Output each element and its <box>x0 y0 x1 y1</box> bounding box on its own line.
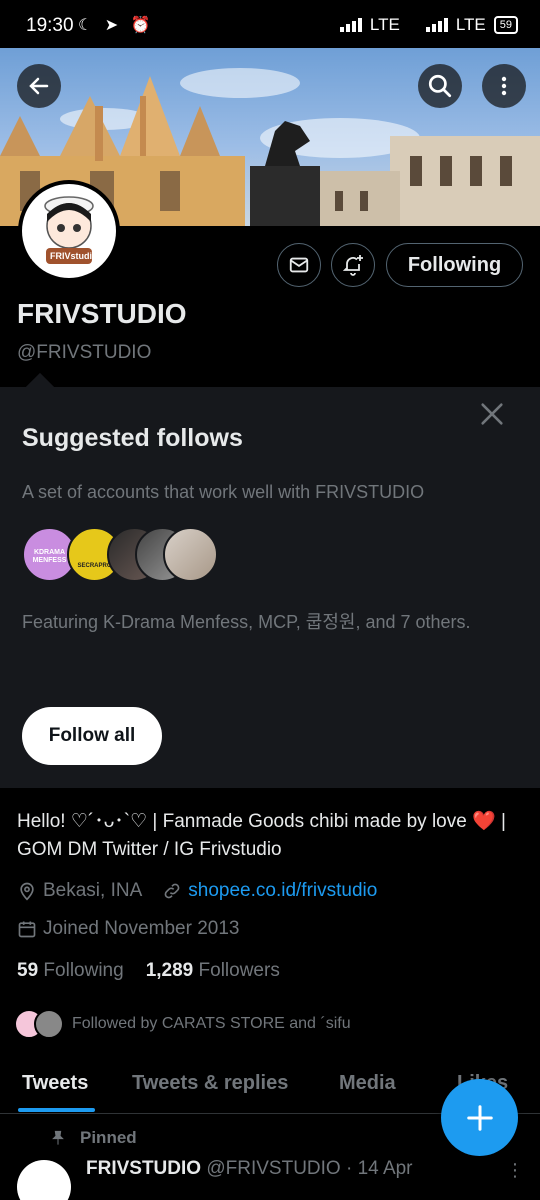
profile-bio: Hello! ♡´･ᴗ･`♡ | Fanmade Goods chibi mad… <box>17 811 506 860</box>
palace-image <box>250 121 540 226</box>
follow-all-button[interactable]: Follow all <box>22 707 162 765</box>
tweet-header: FRIVSTUDIO @FRIVSTUDIO · 14 Apr <box>86 1158 413 1180</box>
profile-name: FRIVSTUDIO <box>17 298 187 329</box>
network-label-1: LTE <box>369 15 400 34</box>
pinned-label: Pinned <box>80 1128 137 1147</box>
joined-row: Joined November 2013 <box>17 918 239 940</box>
search-button[interactable] <box>418 64 462 108</box>
tab-tweets[interactable]: Tweets <box>22 1072 88 1095</box>
following-stat[interactable]: 59 Following <box>17 960 124 982</box>
joined-text: Joined November 2013 <box>43 918 240 939</box>
followers-stat[interactable]: 1,289 Followers <box>146 960 280 982</box>
suggested-featuring: Featuring K-Drama Menfess, MCP, 쿱정원, and… <box>22 612 471 632</box>
status-right: LTE LTE 59 <box>339 15 518 35</box>
followed-by-avatar-2 <box>34 1009 64 1039</box>
location-pin-icon <box>20 882 34 901</box>
status-bar: 19:30 ☾ ➤ ⏰ LTE LTE 59 <box>0 0 540 48</box>
tweet-more-icon[interactable]: ⋮ <box>506 1160 524 1181</box>
followed-by-row[interactable]: Followed by CARATS STORE and ´sifu <box>14 1009 351 1039</box>
status-icons: ☾ ➤ ⏰ <box>78 17 155 34</box>
avatar-logo-text: FRIVstudio <box>50 251 98 261</box>
envelope-icon <box>289 257 309 273</box>
tweet-avatar[interactable] <box>17 1160 71 1200</box>
followers-label: Followers <box>198 960 280 981</box>
active-tab-indicator <box>18 1108 95 1112</box>
message-button[interactable] <box>277 243 321 287</box>
tab-media[interactable]: Media <box>339 1072 396 1095</box>
search-icon <box>428 74 452 98</box>
network-label-2: LTE <box>455 15 486 34</box>
suggested-title: Suggested follows <box>22 424 243 452</box>
profile-avatar[interactable]: FRIVstudio <box>18 180 120 282</box>
follow-stats: 59 Following 1,289 Followers <box>17 960 280 982</box>
notifications-button[interactable] <box>331 243 375 287</box>
website-link[interactable]: shopee.co.id/frivstudio <box>188 880 377 902</box>
following-label: Following <box>43 960 124 981</box>
more-vertical-icon <box>501 76 507 96</box>
close-icon[interactable] <box>478 400 506 428</box>
signal-icon-2 <box>425 18 448 32</box>
pinned-label-row: Pinned <box>50 1128 137 1148</box>
plus-icon <box>466 1104 493 1131</box>
location-text: Bekasi, INA <box>43 880 143 901</box>
suggested-description: A set of accounts that work well with FR… <box>22 482 425 502</box>
profile-handle: @FRIVSTUDIO <box>17 342 152 363</box>
status-time: 19:30 <box>26 15 74 36</box>
followers-count: 1,289 <box>145 960 194 981</box>
following-count: 59 <box>17 960 39 981</box>
avatar-image: FRIVstudio <box>22 184 116 278</box>
more-button[interactable] <box>482 64 526 108</box>
link-icon <box>164 883 180 899</box>
tab-tweets-replies[interactable]: Tweets & replies <box>132 1072 288 1095</box>
battery-icon: 59 <box>493 16 518 34</box>
calendar-icon <box>18 921 36 938</box>
bell-plus-icon <box>342 255 363 276</box>
tweet-author[interactable]: FRIVSTUDIO <box>86 1158 201 1179</box>
signal-icon <box>339 18 362 32</box>
following-button[interactable]: Following <box>386 243 523 287</box>
followed-by-text: Followed by CARATS STORE and ´sifu <box>72 1015 351 1032</box>
suggested-avatar-5[interactable] <box>163 527 218 582</box>
location-row: Bekasi, INA shopee.co.id/frivstudio <box>17 880 377 902</box>
pin-icon <box>52 1130 64 1145</box>
back-button[interactable] <box>17 64 61 108</box>
arrow-left-icon <box>29 77 49 95</box>
tweet-handle-date: @FRIVSTUDIO · 14 Apr <box>206 1158 413 1179</box>
compose-tweet-button[interactable] <box>441 1079 518 1156</box>
